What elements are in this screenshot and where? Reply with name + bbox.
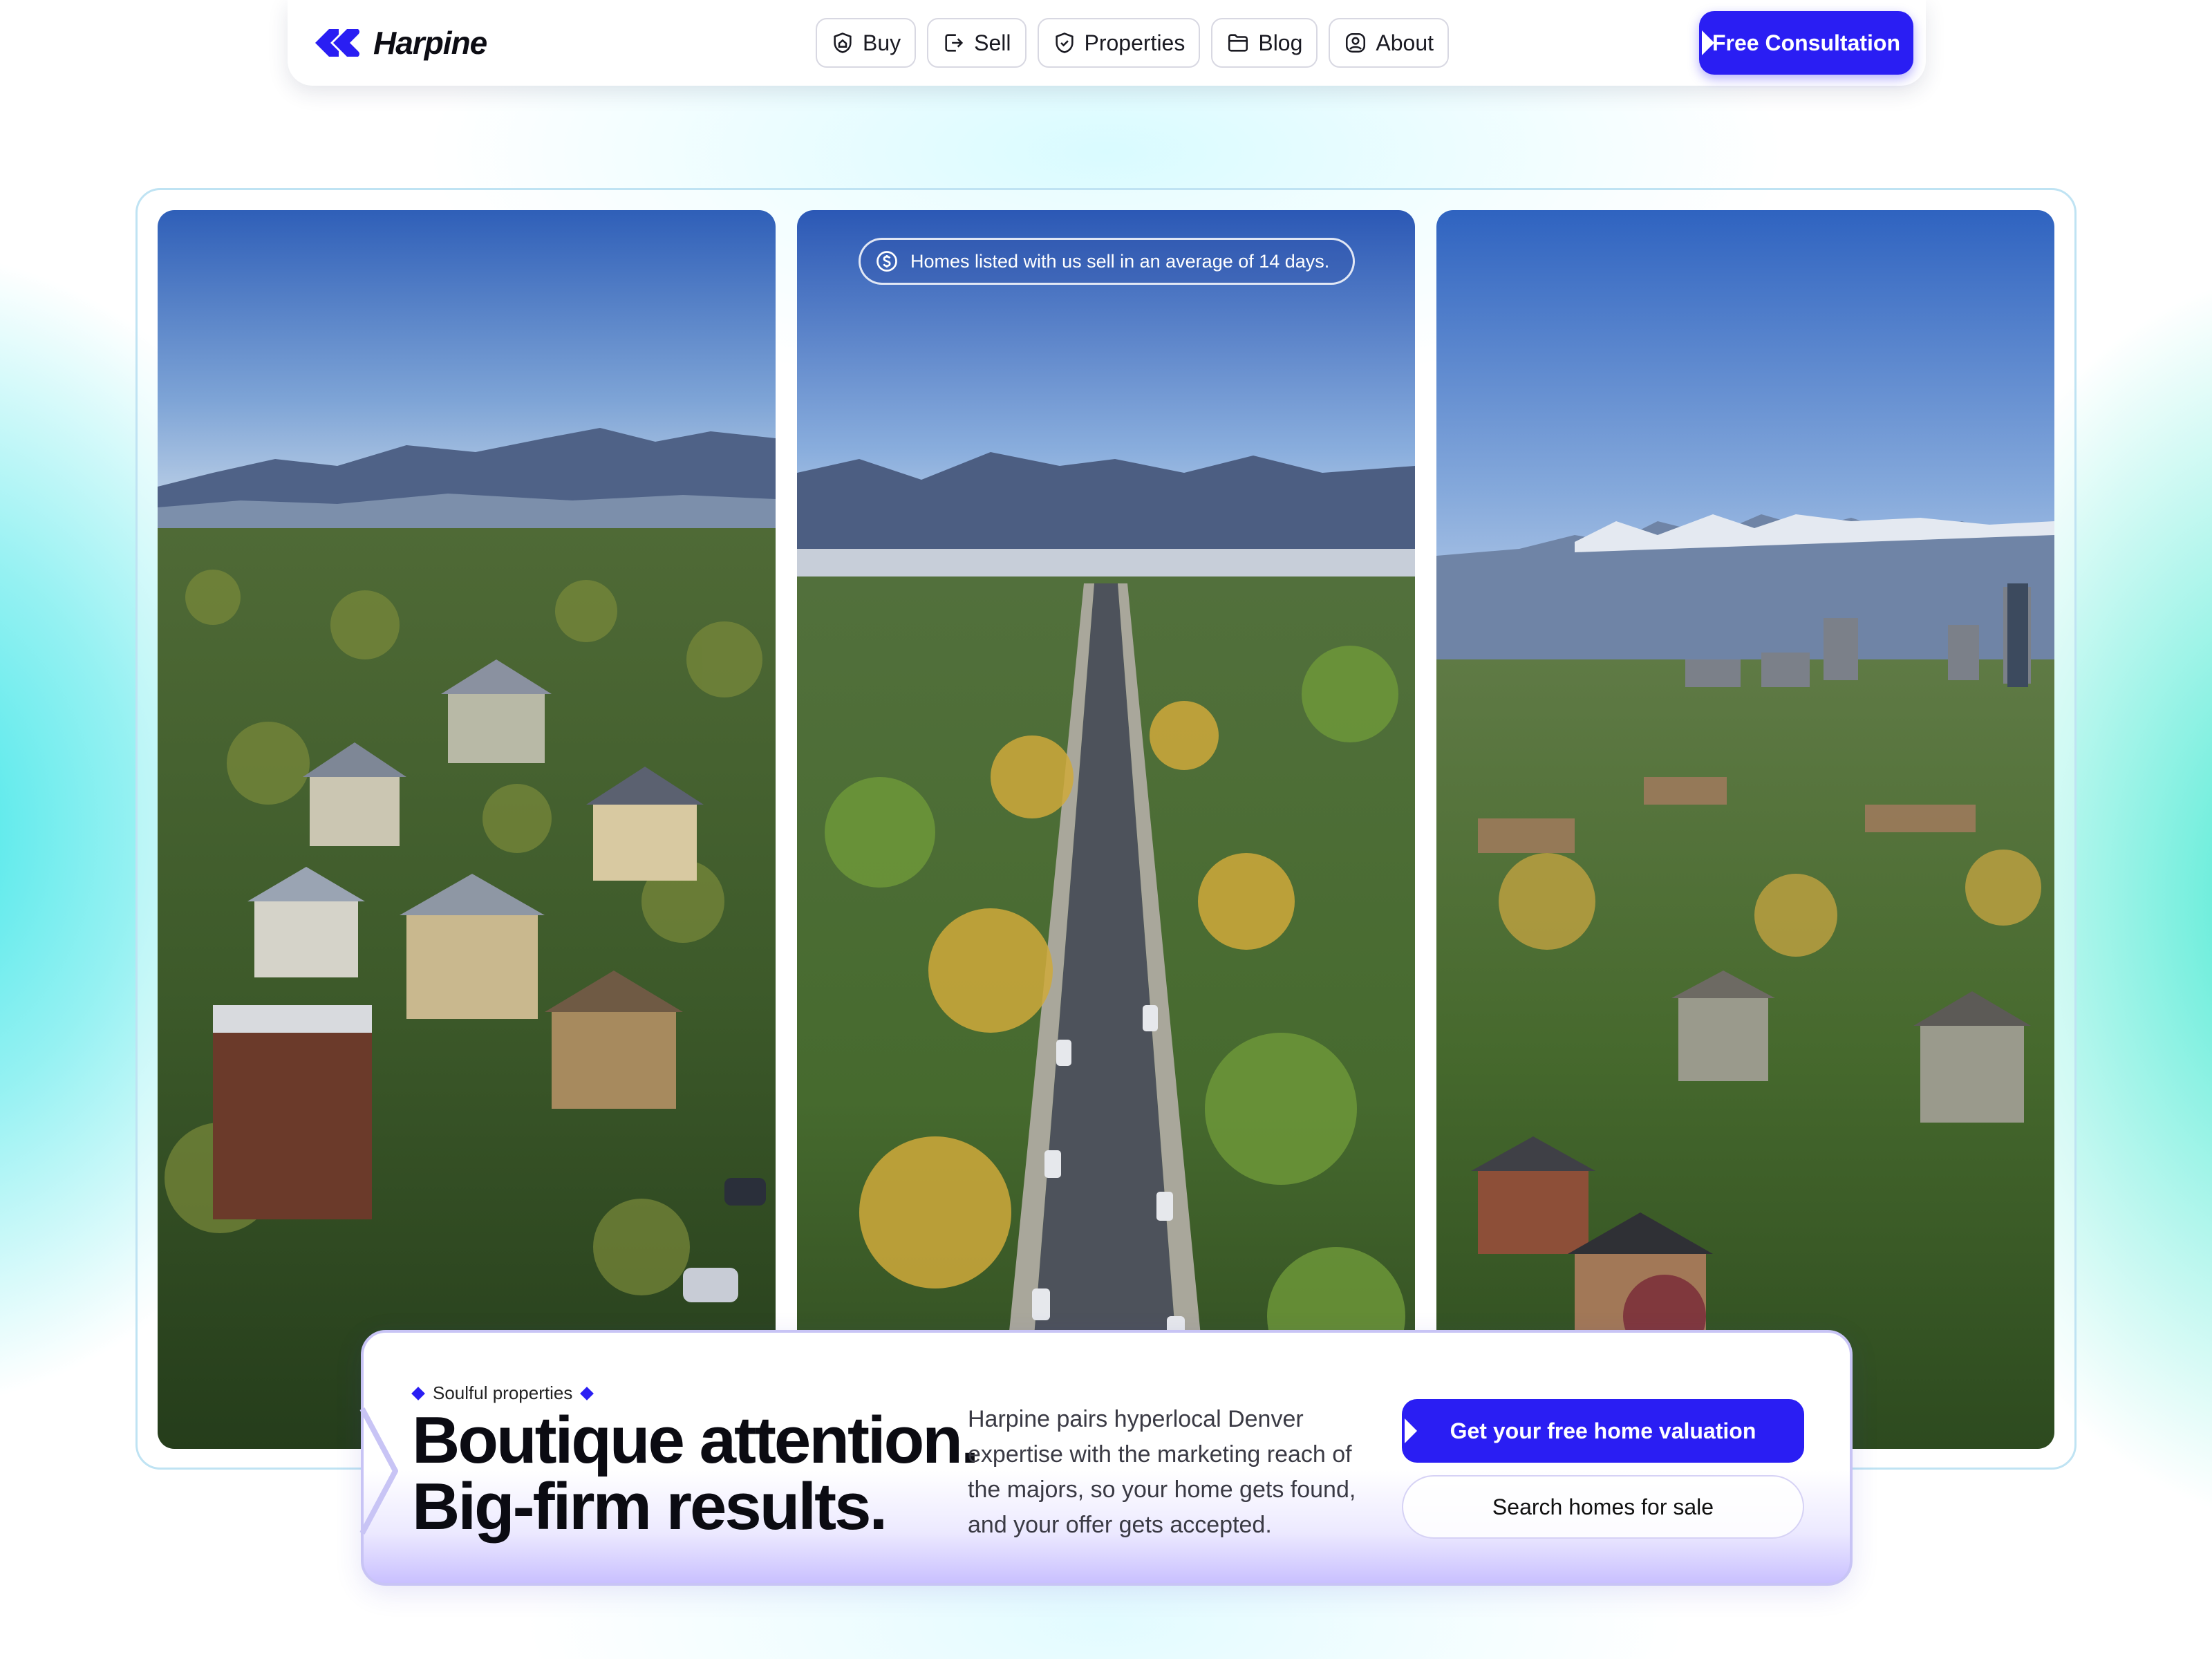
nav-item-label: Buy <box>863 30 901 55</box>
free-home-valuation-label: Get your free home valuation <box>1450 1418 1756 1443</box>
exit-arrow-icon <box>945 34 964 52</box>
aerial-street-image <box>797 210 1415 1449</box>
free-home-valuation-button[interactable]: Get your free home valuation <box>1402 1399 1804 1463</box>
headline-line-2: Big-firm results. <box>412 1470 888 1544</box>
double-chevron-logo-icon <box>315 29 359 57</box>
aerial-skyline-image <box>1436 210 2054 1449</box>
hero-info-card: Soulful properties Boutique attention. B… <box>359 1330 1853 1586</box>
hero-image-street <box>797 210 1415 1449</box>
folder-icon <box>1228 34 1248 52</box>
diamond-icon <box>580 1386 594 1400</box>
search-homes-button[interactable]: Search homes for sale <box>1402 1475 1804 1539</box>
free-consultation-label: Free Consultation <box>1712 30 1900 55</box>
brand-logo[interactable]: Harpine <box>312 24 487 62</box>
nav-item-properties[interactable]: Properties <box>1037 18 1201 68</box>
eyebrow-label: Soulful properties <box>411 1382 594 1404</box>
aerial-neighborhood-image <box>158 210 776 1449</box>
button-notch-icon <box>1702 30 1714 55</box>
nav-item-label: Blog <box>1258 30 1303 55</box>
free-consultation-button[interactable]: Free Consultation <box>1699 11 1913 75</box>
nav-item-buy[interactable]: Buy <box>816 18 917 68</box>
stat-badge: Homes listed with us sell in an average … <box>859 238 1355 285</box>
hero-image-neighborhood <box>158 210 776 1449</box>
hero-image-skyline <box>1436 210 2054 1449</box>
hero-description: Harpine pairs hyperlocal Denver expertis… <box>968 1406 1356 1538</box>
hero-headline: Boutique attention. Big-firm results. <box>412 1403 980 1544</box>
user-circle-icon <box>1346 32 1366 53</box>
button-notch-icon <box>1405 1418 1417 1443</box>
chevron-right-decoration-icon <box>359 1407 398 1535</box>
top-navbar: Harpine Buy Sell Properties Blog About F… <box>288 0 1926 86</box>
stat-text: Homes listed with us sell in an average … <box>910 250 1330 272</box>
headline-line-1: Boutique attention. <box>412 1403 980 1477</box>
brand-name: Harpine <box>373 25 487 61</box>
search-homes-label: Search homes for sale <box>1492 1494 1714 1519</box>
diamond-icon <box>411 1386 425 1400</box>
nav-item-blog[interactable]: Blog <box>1211 18 1318 68</box>
nav-item-label: About <box>1376 30 1434 55</box>
shield-house-icon <box>834 32 852 53</box>
nav-item-about[interactable]: About <box>1329 18 1450 68</box>
nav-item-label: Properties <box>1084 30 1185 55</box>
dollar-coin-icon <box>877 251 897 272</box>
nav-item-label: Sell <box>974 30 1011 55</box>
nav-item-sell[interactable]: Sell <box>927 18 1027 68</box>
eyebrow-text: Soulful properties <box>433 1382 573 1403</box>
shield-check-icon <box>1055 32 1074 53</box>
main-nav: Buy Sell Properties Blog About <box>816 18 1450 68</box>
